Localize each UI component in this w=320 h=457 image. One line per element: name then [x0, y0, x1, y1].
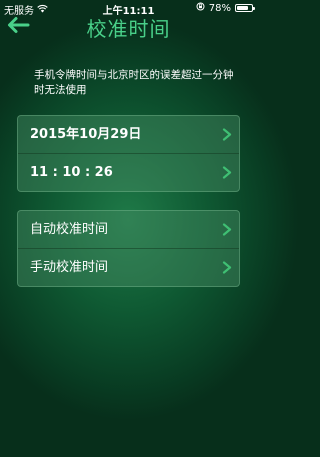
- date-value: 2015年10月29日: [30, 127, 142, 142]
- navigation-bar: 校准时间: [0, 12, 257, 41]
- page-title: 校准时间: [86, 17, 171, 41]
- battery-level: [237, 6, 248, 10]
- chevron-right-icon: [222, 223, 232, 236]
- calibration-card: 自动校准时间 手动校准时间: [17, 210, 240, 287]
- chevron-right-icon: [222, 166, 232, 179]
- chevron-right-icon: [222, 128, 232, 141]
- manual-calibrate-label: 手动校准时间: [30, 260, 109, 275]
- auto-calibrate-row[interactable]: 自动校准时间: [18, 211, 239, 248]
- manual-calibrate-row[interactable]: 手动校准时间: [18, 248, 239, 286]
- auto-calibrate-label: 自动校准时间: [30, 222, 109, 237]
- time-value: 11 : 10 : 26: [30, 165, 113, 180]
- datetime-card: 2015年10月29日 11 : 10 : 26: [17, 115, 240, 192]
- chevron-right-icon: [222, 261, 232, 274]
- battery-icon: [235, 4, 255, 12]
- notice-text: 手机令牌时间与北京时区的误差超过一分钟时无法使用: [34, 69, 234, 96]
- date-row[interactable]: 2015年10月29日: [18, 116, 239, 153]
- time-row[interactable]: 11 : 10 : 26: [18, 153, 239, 191]
